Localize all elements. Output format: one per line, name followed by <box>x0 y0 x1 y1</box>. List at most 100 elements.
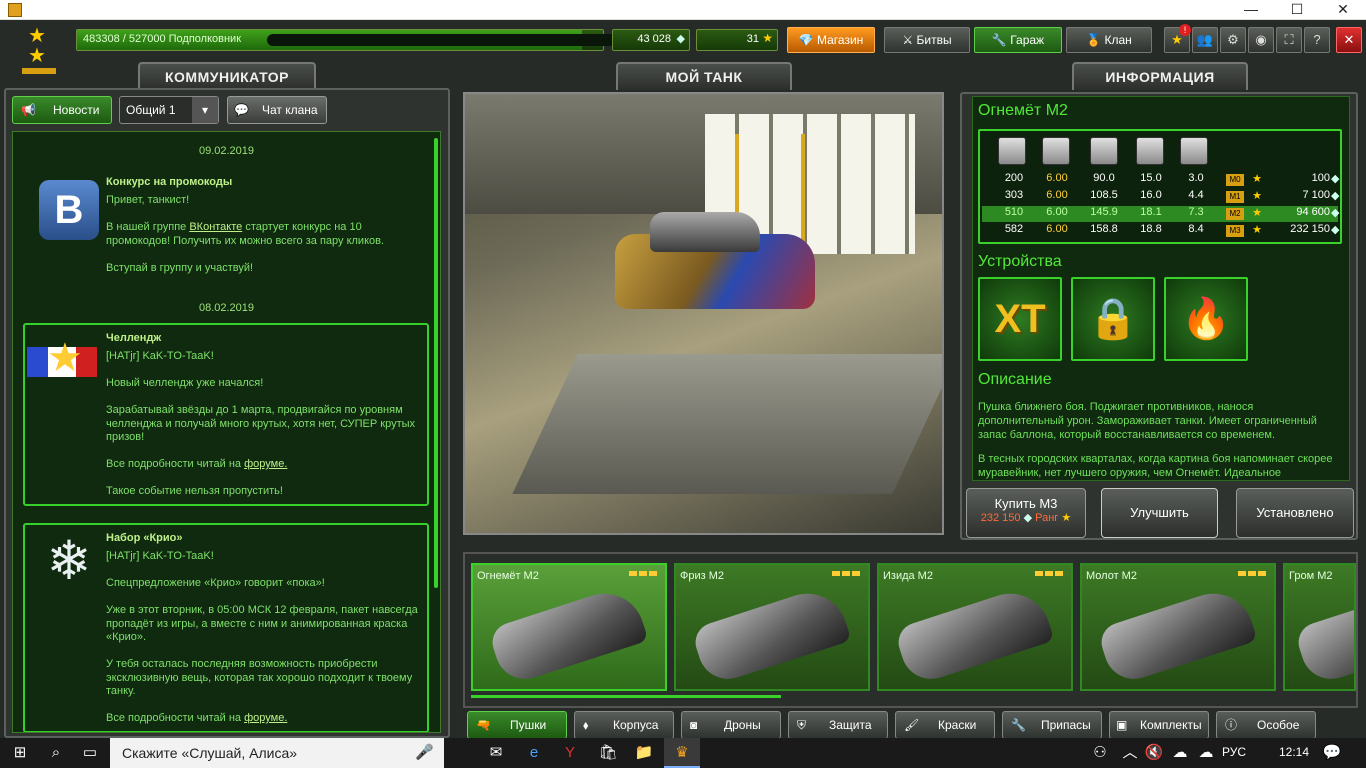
turret-image <box>893 583 1055 687</box>
drone-tab-icon: ◙ <box>690 718 698 732</box>
stats-row[interactable]: 582 6.00 158.8 18.8 8.4 M3 ★ 232 150 ◆ <box>982 223 1340 239</box>
tab-drones[interactable]: ◙ Дроны <box>681 711 781 739</box>
description-text: В тесных городских кварталах, когда карт… <box>978 453 1333 479</box>
player-name-redacted <box>267 34 647 46</box>
stats-row[interactable]: 303 6.00 108.5 16.0 4.4 M1 ★ 7 100 ◆ <box>982 189 1340 205</box>
tank-garage-view[interactable] <box>463 92 944 535</box>
app-icon <box>8 3 22 17</box>
tab-turrets[interactable]: 🔫 Пушки <box>467 711 567 739</box>
minimize-button[interactable]: — <box>1228 0 1274 20</box>
item-name: Фриз M2 <box>680 570 725 582</box>
item-card-flamethrower[interactable]: Огнемёт M2 <box>471 563 667 691</box>
crystal-icon: ◆ <box>1331 207 1340 219</box>
gear-icon[interactable]: ⚙ <box>1220 27 1246 53</box>
cloud-sync-icon[interactable]: ☁ <box>1196 743 1216 763</box>
news-text: Уже в этот вторник, в 05:00 МСК 12 февра… <box>106 604 418 643</box>
my-tank-header: МОЙ ТАНК <box>616 62 792 90</box>
installed-button[interactable]: Установлено <box>1236 488 1354 538</box>
turret-image <box>1293 583 1354 687</box>
clock[interactable]: 12:14 <box>1279 745 1309 759</box>
tab-hulls[interactable]: ⬧ Корпуса <box>574 711 674 739</box>
damage-icon <box>998 137 1026 165</box>
friends-icon[interactable]: 👥 <box>1192 27 1218 53</box>
yandex-browser-icon[interactable]: Y <box>560 743 580 763</box>
item-card-thunder[interactable]: Гром M2 <box>1283 563 1356 691</box>
people-icon[interactable]: ⚇ <box>1090 743 1110 763</box>
tab-protection[interactable]: ⛨ Защита <box>788 711 888 739</box>
rank-icon: ★ <box>1252 207 1262 219</box>
buy-button[interactable]: Купить М3 232 150 ◆ Ранг ★ <box>966 488 1086 538</box>
tanki-taskbar-button[interactable]: ♛ <box>664 738 700 768</box>
news-text: Новый челлендж уже начался! <box>106 377 264 389</box>
exit-icon[interactable]: ✕ <box>1336 27 1362 53</box>
forum-link[interactable]: форуме. <box>244 712 287 724</box>
snowflake-icon: ❄ <box>46 531 92 591</box>
crystal-icon: ◆ <box>1331 190 1340 202</box>
tab-supplies[interactable]: 🔧 Припасы <box>1002 711 1102 739</box>
upgrade-button[interactable]: Улучшить <box>1101 488 1218 538</box>
news-text: В нашей группе ВКонтакте стартует конкур… <box>106 221 385 247</box>
windows-start-icon[interactable]: ⊞ <box>10 743 30 763</box>
taskbar-search-box[interactable]: Скажите «Слушай, Алиса» 🎤 <box>110 738 444 768</box>
garage-button[interactable]: 🔧 Гараж <box>974 27 1062 53</box>
flame-icon: 🔥 <box>1181 297 1231 341</box>
edge-icon[interactable]: e <box>524 743 544 763</box>
microphone-icon[interactable]: 🎤 <box>415 743 434 761</box>
item-name: Огнемёт M2 <box>477 570 539 582</box>
clan-chat-button[interactable]: 💬 Чат клана <box>227 96 327 124</box>
stats-row-selected[interactable]: 510 6.00 145.9 18.1 7.3 M2 ★ 94 600 ◆ <box>982 206 1340 222</box>
carousel-scrollbar[interactable] <box>471 695 781 698</box>
notifications-icon[interactable]: 💬 <box>1322 743 1342 763</box>
news-item-promo: B Конкурс на промокоды Привет, танкист! … <box>23 162 429 282</box>
store-icon[interactable]: 🛍 <box>598 743 618 763</box>
tab-kits[interactable]: ▣ Комплекты <box>1109 711 1209 739</box>
sound-icon[interactable]: ◉ <box>1248 27 1274 53</box>
tanki-app-icon: ♛ <box>675 744 689 761</box>
device-xt[interactable]: XT <box>978 277 1062 361</box>
vk-link[interactable]: ВКонтакте <box>189 221 242 233</box>
mail-icon[interactable]: ✉ <box>486 743 506 763</box>
search-icon[interactable]: ⌕ <box>46 743 66 763</box>
item-card-freeze[interactable]: Фриз M2 <box>674 563 870 691</box>
shop-button[interactable]: 💎 Магазин <box>787 27 875 53</box>
battles-label: Битвы <box>916 33 952 47</box>
device-flame[interactable]: 🔥 <box>1164 277 1248 361</box>
language-indicator[interactable]: РУС <box>1222 745 1246 759</box>
task-view-icon[interactable]: ▭ <box>80 743 100 763</box>
news-scrollbar[interactable] <box>434 138 438 588</box>
tab-paints[interactable]: 🖌 Краски <box>895 711 995 739</box>
stars-value: 31 <box>746 33 759 45</box>
news-feed[interactable]: 09.02.2019 B Конкурс на промокоды Привет… <box>12 131 441 733</box>
tab-special[interactable]: ⓘ Особое <box>1216 711 1316 739</box>
fullscreen-icon[interactable]: ⛶ <box>1276 27 1302 53</box>
item-title: Огнемёт M2 <box>978 102 1068 119</box>
upgrade-level-icon <box>1238 571 1266 576</box>
network-icon[interactable]: ☁ <box>1170 743 1190 763</box>
chevron-down-icon: ▾ <box>192 97 218 123</box>
file-explorer-icon[interactable]: 📁 <box>634 743 654 763</box>
battles-button[interactable]: ⚔ Битвы <box>884 27 970 53</box>
turret-tab-icon: 🔫 <box>476 718 491 732</box>
communicator-header: КОММУНИКАТОР <box>138 62 316 90</box>
clan-chat-label: Чат клана <box>262 103 318 117</box>
crystal-icon: ◆ <box>1331 224 1340 236</box>
close-window-button[interactable]: ✕ <box>1320 0 1366 20</box>
news-button[interactable]: 📢 Новости <box>12 96 112 124</box>
maximize-button[interactable]: ☐ <box>1274 0 1320 20</box>
channel-select[interactable]: Общий 1 ▾ <box>119 96 219 124</box>
clan-button[interactable]: 🏅 Клан <box>1066 27 1152 53</box>
item-card-hammer[interactable]: Молот M2 <box>1080 563 1276 691</box>
forum-link[interactable]: форуме. <box>244 458 287 470</box>
crystal-icon: ◆ <box>1331 173 1340 185</box>
stats-row[interactable]: 200 6.00 90.0 15.0 3.0 M0 ★ 100 ◆ <box>982 172 1340 188</box>
medal-icon: 🏅 <box>1086 33 1105 47</box>
news-text: У тебя осталась последняя возможность пр… <box>106 658 413 697</box>
chevron-up-icon[interactable]: ︿ <box>1120 743 1140 763</box>
item-card-isida[interactable]: Изида M2 <box>877 563 1073 691</box>
tank-turret <box>650 212 760 252</box>
volume-muted-icon[interactable]: 🔇 <box>1144 743 1164 763</box>
device-tanks[interactable]: 🔒 <box>1071 277 1155 361</box>
crystals-value: 43 028 <box>637 33 671 45</box>
search-placeholder: Скажите «Слушай, Алиса» <box>122 745 298 761</box>
help-icon[interactable]: ? <box>1304 27 1330 53</box>
